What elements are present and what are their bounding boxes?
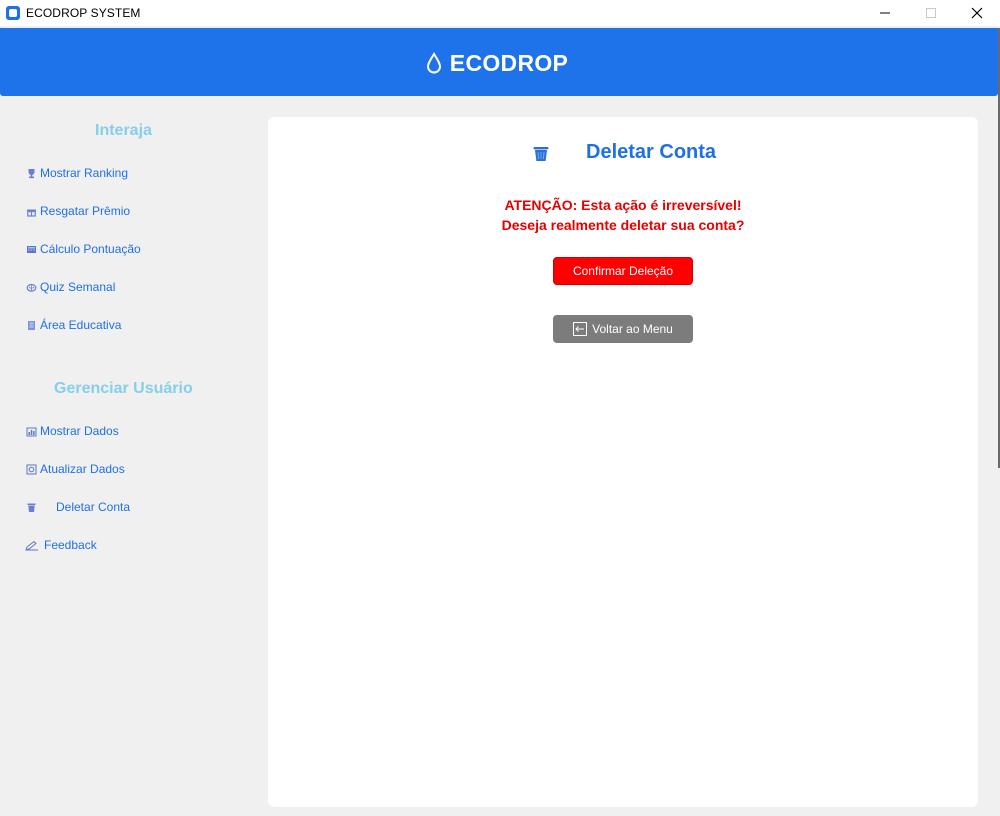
sidebar-item-label: Atualizar Dados [40,462,125,476]
minimize-button[interactable] [862,0,908,26]
sidebar-item-area-educativa[interactable]: Área Educativa [24,318,121,332]
trash-icon [533,146,549,161]
window-titlebar: ECODROP SYSTEM [0,0,1000,26]
app-icon [6,6,20,20]
panel-heading: Deletar Conta [532,141,716,164]
page-title: Deletar Conta [586,141,717,163]
book-icon [24,318,38,332]
confirm-delete-button[interactable]: Confirmar Deleção [553,257,693,285]
close-button[interactable] [954,0,1000,26]
sidebar-item-label: Deletar Conta [56,500,131,514]
sidebar: Interaja Mostrar Ranking Resgatar Prêmio… [0,96,262,816]
window-controls [862,0,1000,26]
sidebar-item-resgatar-premio[interactable]: Resgatar Prêmio [24,204,130,218]
section-title-gerenciar-usuario: Gerenciar Usuário [54,380,193,397]
water-drop-icon [426,52,441,74]
sidebar-item-deletar-conta[interactable]: Deletar Conta [24,500,130,514]
sidebar-item-label: Área Educativa [40,318,122,332]
refresh-icon [24,462,38,476]
warning-message: ATENÇÃO: Esta ação é irreversível! Desej… [268,195,978,235]
back-arrow-icon [573,322,588,336]
app-title: ECODROP [449,49,569,76]
warning-line-2: Deseja realmente deletar sua conta? [501,217,745,233]
back-to-menu-button[interactable]: Voltar ao Menu [553,315,693,343]
app-header: ECODROP [0,28,998,96]
sidebar-item-calculo-pontuacao[interactable]: Cálculo Pontuação [24,242,141,256]
chart-icon [24,424,38,438]
calculator-icon [24,242,38,256]
close-icon [971,7,983,19]
window-title: ECODROP SYSTEM [26,6,141,20]
sidebar-item-feedback[interactable]: Feedback [24,538,97,552]
sidebar-item-mostrar-dados[interactable]: Mostrar Dados [24,424,119,438]
sidebar-item-label: Feedback [44,538,97,552]
sidebar-item-mostrar-ranking[interactable]: Mostrar Ranking [24,166,128,180]
sidebar-item-label: Resgatar Prêmio [40,204,131,218]
section-title-interaja: Interaja [95,122,152,139]
back-to-menu-label: Voltar ao Menu [592,322,673,336]
pencil-icon [24,538,40,552]
sidebar-item-label: Cálculo Pontuação [40,242,141,256]
sidebar-item-atualizar-dados[interactable]: Atualizar Dados [24,462,125,476]
confirm-delete-label: Confirmar Deleção [572,264,674,278]
warning-line-1: ATENÇÃO: Esta ação é irreversível! [504,197,742,213]
trophy-icon [24,166,38,180]
maximize-button[interactable] [908,0,954,26]
sidebar-item-label: Mostrar Ranking [40,166,129,180]
minimize-icon [880,12,890,14]
gift-icon [24,204,38,218]
sidebar-item-label: Mostrar Dados [40,424,119,438]
brain-icon [24,280,38,294]
sidebar-item-label: Quiz Semanal [40,280,116,294]
main-panel: Deletar Conta ATENÇÃO: Esta ação é irrev… [268,117,978,807]
maximize-icon [926,8,936,18]
trash-icon [24,500,38,514]
sidebar-item-quiz-semanal[interactable]: Quiz Semanal [24,280,115,294]
